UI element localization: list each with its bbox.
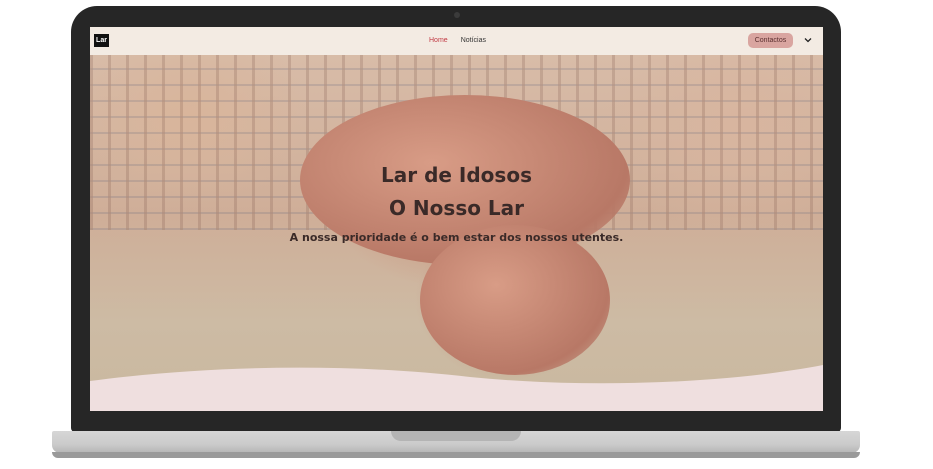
chevron-down-icon[interactable] bbox=[803, 35, 813, 45]
webcam-icon bbox=[454, 12, 460, 18]
laptop-base-shadow bbox=[52, 452, 860, 458]
hero-subtitle: A nossa prioridade é o bem estar dos nos… bbox=[289, 231, 624, 244]
hero-title-line2: O Nosso Lar bbox=[388, 196, 525, 220]
nav-links: Home Notícias bbox=[429, 27, 486, 55]
contact-button[interactable]: Contactos bbox=[748, 33, 793, 48]
nav-link-noticias[interactable]: Notícias bbox=[461, 27, 486, 55]
nav-link-home[interactable]: Home bbox=[429, 27, 448, 55]
hero-title-line1: Lar de Idosos bbox=[381, 163, 532, 187]
hero-text: Lar de Idosos O Nosso Lar A nossa priori… bbox=[90, 159, 823, 244]
laptop-notch bbox=[391, 431, 521, 441]
website-screen: Lar Home Notícias Contactos Lar de Idoso… bbox=[90, 27, 823, 411]
hand-shape bbox=[420, 225, 610, 375]
navbar: Lar Home Notícias Contactos bbox=[90, 27, 823, 55]
site-logo[interactable]: Lar bbox=[94, 34, 109, 47]
wave-divider bbox=[90, 365, 823, 411]
